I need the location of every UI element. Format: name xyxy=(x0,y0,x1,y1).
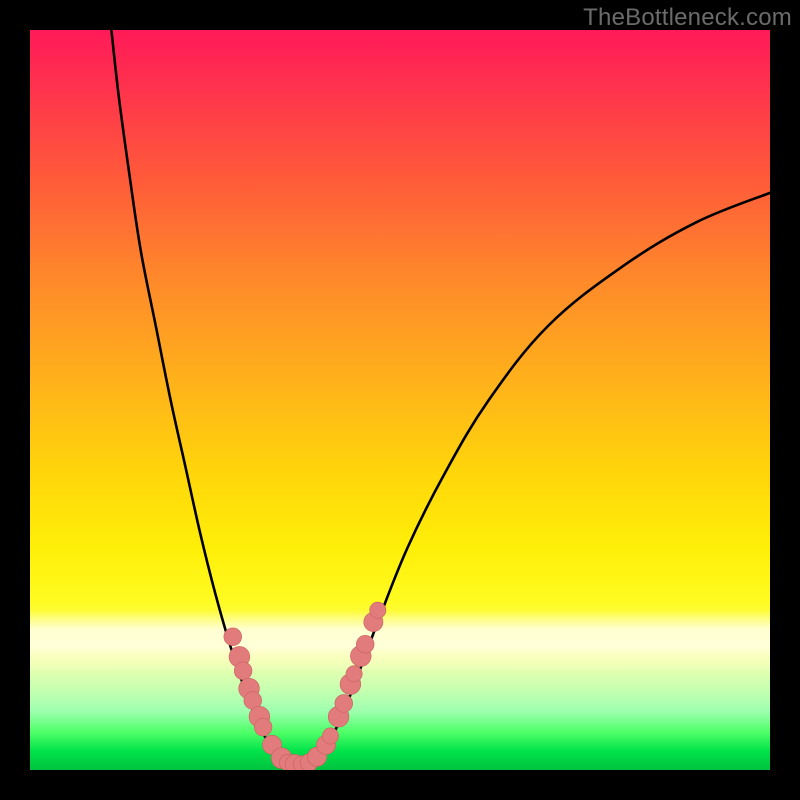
data-marker xyxy=(293,756,309,770)
highlight-band xyxy=(30,610,770,672)
data-marker xyxy=(229,646,250,667)
data-marker xyxy=(224,628,242,646)
data-marker xyxy=(244,692,262,710)
data-marker xyxy=(234,662,252,680)
curve-layer xyxy=(30,30,770,770)
data-marker xyxy=(279,754,295,770)
marker-cluster xyxy=(224,602,386,770)
data-marker xyxy=(316,735,335,754)
data-marker xyxy=(356,635,374,653)
data-marker xyxy=(262,735,281,754)
right-branch-curve xyxy=(311,193,770,764)
chart-stage: TheBottleneck.com xyxy=(0,0,800,800)
data-marker xyxy=(340,674,361,695)
data-marker xyxy=(322,728,338,744)
data-marker xyxy=(285,754,304,770)
data-marker xyxy=(364,612,383,631)
data-marker xyxy=(328,706,349,727)
data-marker xyxy=(239,678,260,699)
data-marker xyxy=(300,754,318,770)
data-marker xyxy=(335,695,353,713)
left-branch-curve xyxy=(111,30,289,764)
watermark-text: TheBottleneck.com xyxy=(583,4,792,32)
data-marker xyxy=(350,646,371,667)
data-marker xyxy=(346,666,362,682)
plot-area xyxy=(30,30,770,770)
data-marker xyxy=(308,747,327,766)
bottom-connector xyxy=(289,764,311,765)
data-marker xyxy=(249,706,270,727)
data-marker xyxy=(271,748,292,769)
data-marker xyxy=(370,602,386,618)
data-marker xyxy=(254,718,272,736)
